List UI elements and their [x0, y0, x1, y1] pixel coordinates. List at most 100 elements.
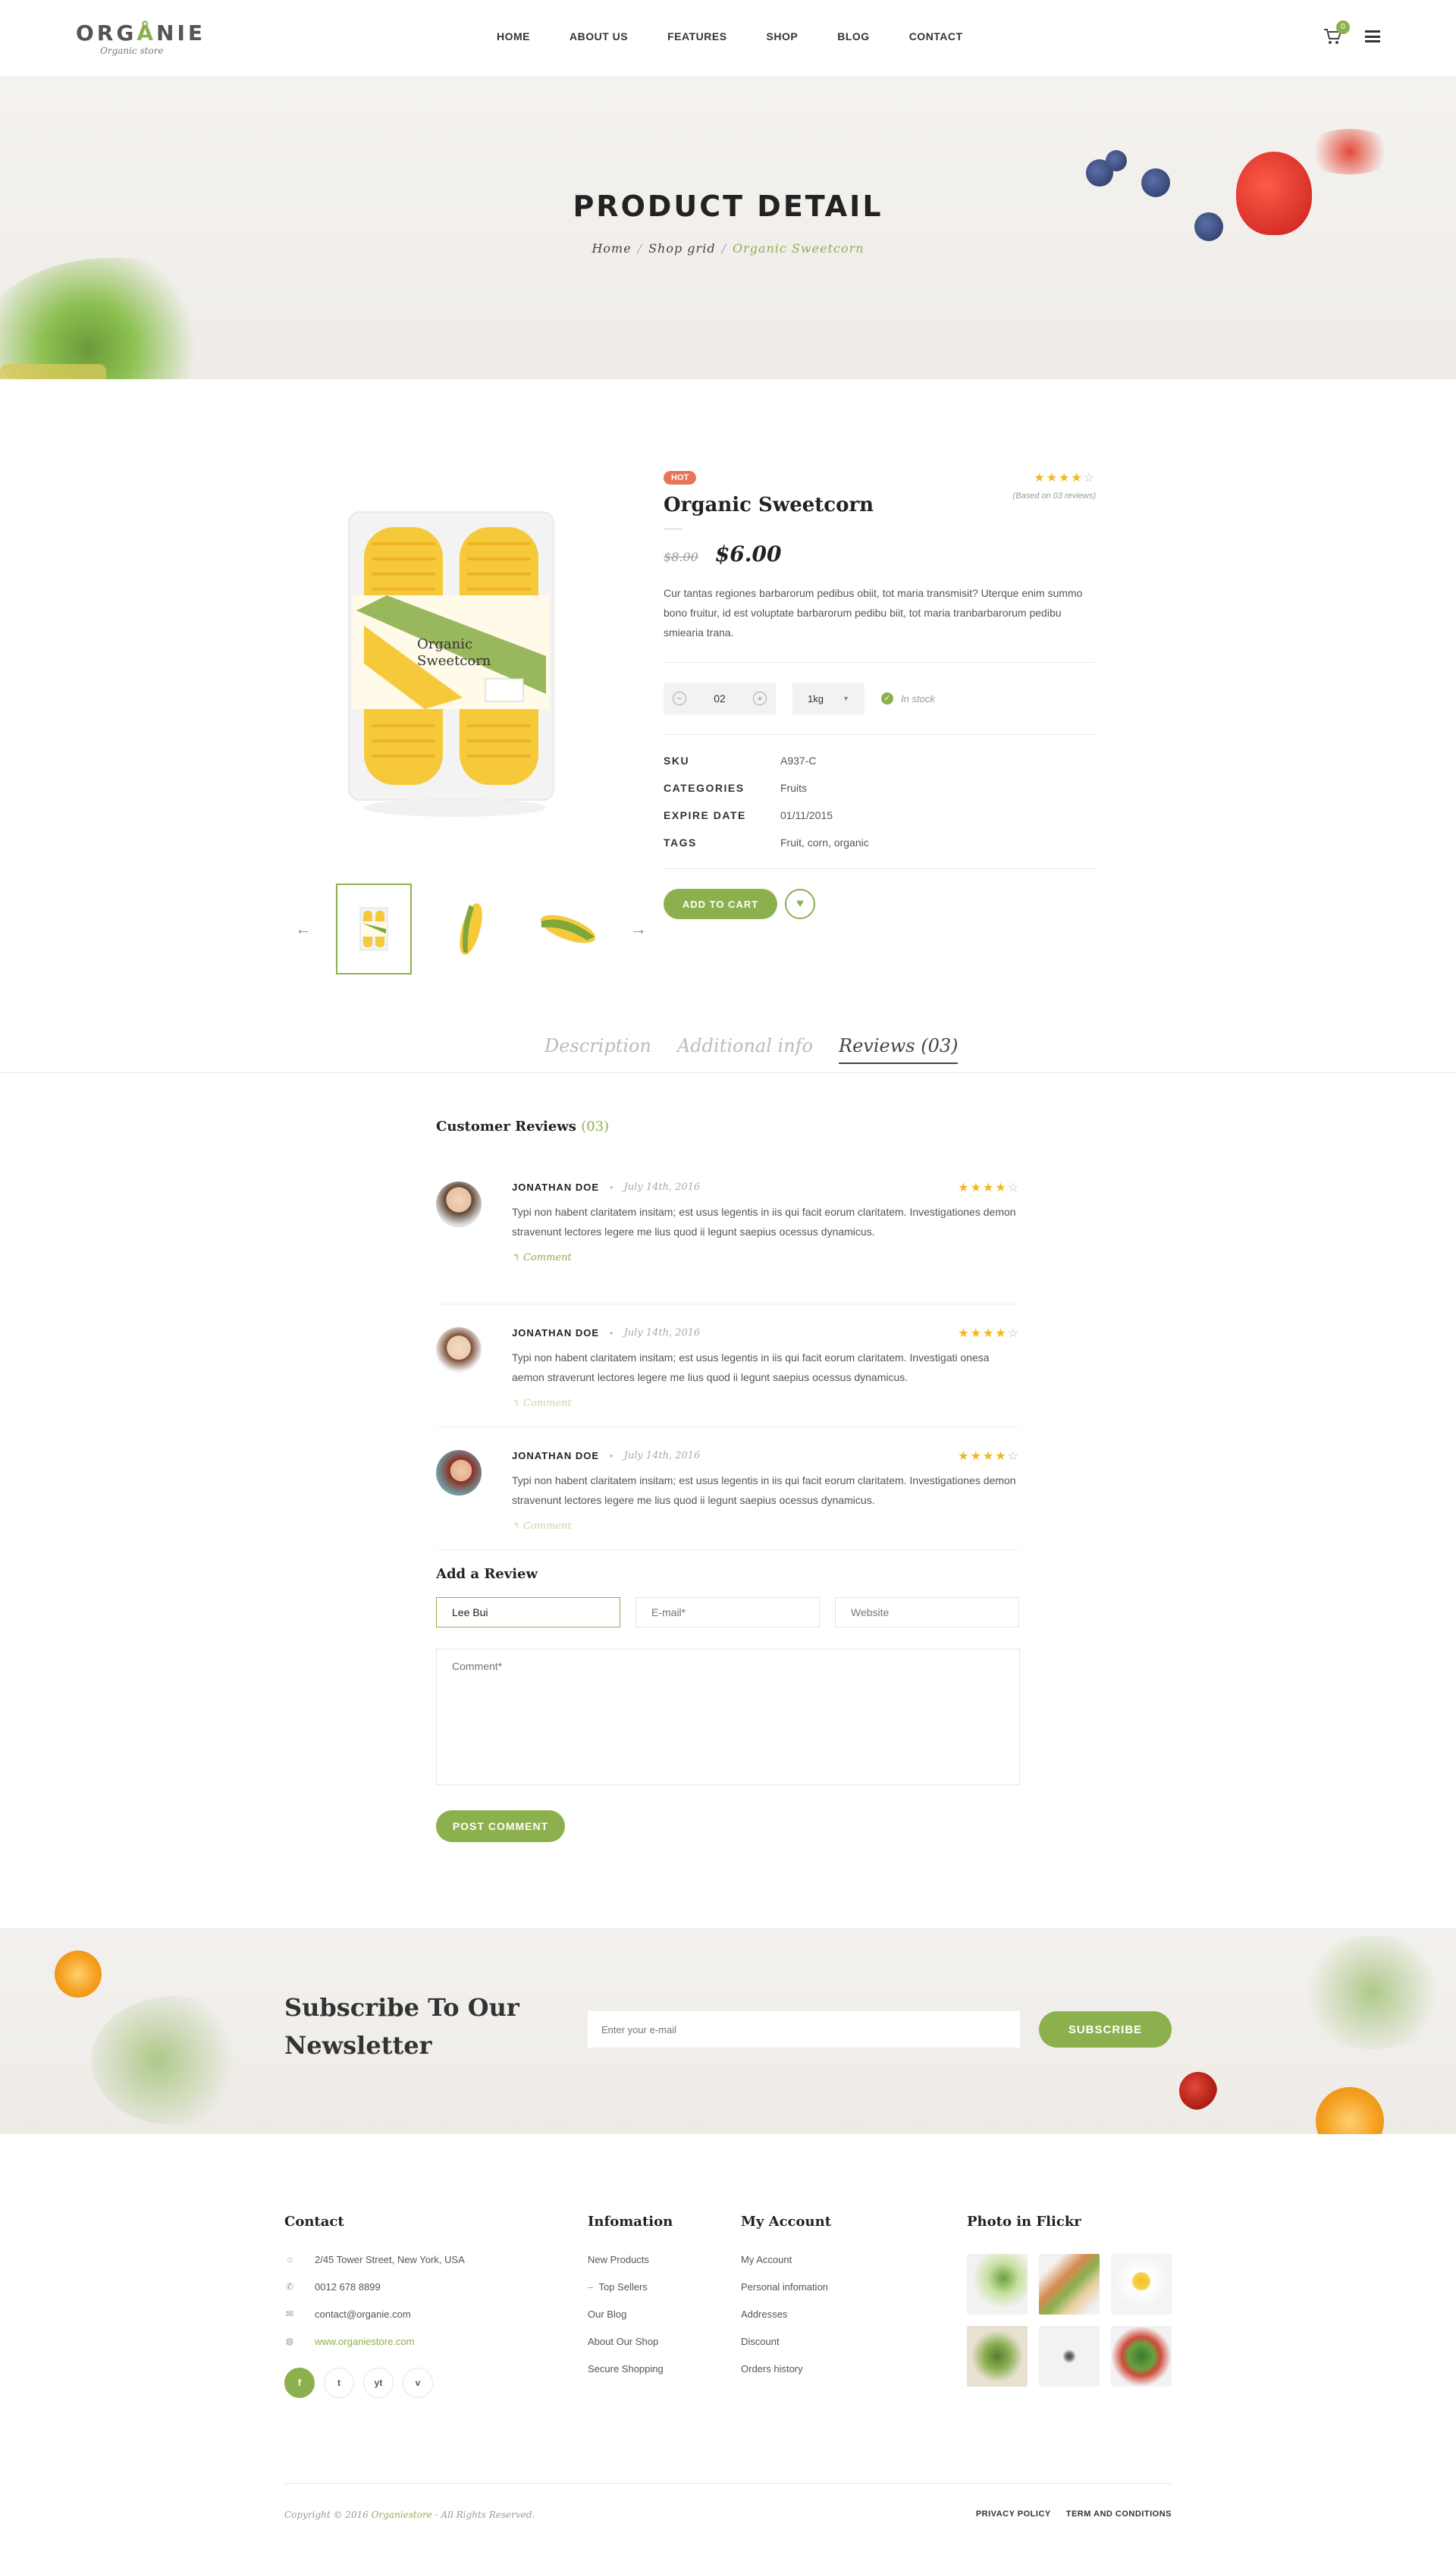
- cart-icon[interactable]: 0: [1323, 20, 1350, 46]
- footer-link[interactable]: Secure Shopping: [588, 2363, 664, 2375]
- plus-icon[interactable]: +: [752, 692, 767, 705]
- reviewer-name: JONATHAN DOE: [512, 1327, 600, 1339]
- reviewer-name: JONATHAN DOE: [512, 1450, 600, 1461]
- twitter-icon[interactable]: t: [324, 2368, 354, 2398]
- quantity-value[interactable]: 02: [714, 692, 726, 705]
- footer-link[interactable]: Addresses: [741, 2309, 787, 2320]
- footer-link[interactable]: New Products: [588, 2254, 649, 2265]
- main-nav: HOME ABOUT US FEATURES SHOP BLOG CONTACT: [497, 30, 963, 42]
- footer-link[interactable]: Orders history: [741, 2363, 803, 2375]
- header-icons: 0: [1323, 20, 1380, 46]
- check-icon: ✓: [881, 692, 893, 705]
- terms-link[interactable]: TERM AND CONDITIONS: [1066, 2509, 1172, 2520]
- footer-link[interactable]: Our Blog: [588, 2309, 626, 2320]
- comment-field[interactable]: [436, 1649, 1020, 1785]
- flickr-photo[interactable]: [1039, 2326, 1100, 2387]
- site-header: ORGÅNIE Organic store HOME ABOUT US FEAT…: [0, 0, 1456, 76]
- flickr-gallery: [967, 2254, 1172, 2387]
- arrow-right-icon[interactable]: →: [627, 919, 650, 939]
- tab-reviews[interactable]: Reviews (03): [839, 1035, 959, 1064]
- footer-flickr: Photo in Flickr: [967, 2214, 1172, 2387]
- minus-icon[interactable]: −: [673, 692, 686, 705]
- thumbnail-3[interactable]: [530, 884, 606, 975]
- review-text: Typi non habent claritatem insitam; est …: [512, 1351, 990, 1383]
- breadcrumb-shop-grid[interactable]: Shop grid: [648, 241, 715, 256]
- product-prices: $8.00 $6.00: [664, 541, 1096, 567]
- unit-value: 1kg: [808, 692, 824, 705]
- nav-contact[interactable]: CONTACT: [909, 30, 963, 42]
- product-rating: ★★★★☆ (Based on 03 reviews): [1013, 470, 1096, 501]
- website-field[interactable]: [835, 1597, 1019, 1627]
- logo[interactable]: ORGÅNIE Organic store: [76, 20, 273, 56]
- meta-row-categories: CATEGORIES Fruits: [664, 782, 807, 794]
- thumbnail-1[interactable]: [336, 884, 412, 975]
- flickr-photo[interactable]: [967, 2326, 1028, 2387]
- comment-link[interactable]: ↰ Comment: [512, 1521, 1020, 1532]
- footer-link[interactable]: – Top Sellers: [588, 2281, 648, 2293]
- footer-link[interactable]: About Our Shop: [588, 2336, 658, 2347]
- product-meta: SKU A937-C CATEGORIES Fruits EXPIRE DATE 01…: [664, 755, 1096, 849]
- unit-select[interactable]: 1kg ▼: [792, 683, 864, 714]
- meta-row-tags: TAGS Fruit, corn, organic: [664, 836, 869, 849]
- nav-features[interactable]: FEATURES: [667, 30, 726, 42]
- svg-text:Organic: Organic: [417, 636, 472, 652]
- footer-link[interactable]: Personal infomation: [741, 2281, 828, 2293]
- footer-contact: Contact ⌂ 2/45 Tower Street, New York, US…: [284, 2214, 465, 2398]
- product-actions: ADD TO CART ♥: [664, 889, 1096, 919]
- newsletter-email-input[interactable]: [588, 2011, 1020, 2048]
- footer-my-account: My Account My Account Personal infomatio…: [741, 2214, 831, 2390]
- footer-website[interactable]: www.organiestore.com: [315, 2336, 415, 2347]
- youtube-icon[interactable]: yt: [363, 2368, 394, 2398]
- add-review-form: Add a Review POST COMMENT: [436, 1566, 1020, 1842]
- customer-reviews: Customer Reviews (03) JONATHAN DOE • July …: [436, 1119, 1020, 1550]
- blueberry-decoration: [1194, 212, 1223, 241]
- email-field[interactable]: [635, 1597, 820, 1627]
- footer-address: 2/45 Tower Street, New York, USA: [315, 2253, 465, 2265]
- tab-description[interactable]: Description: [544, 1035, 651, 1064]
- menu-icon[interactable]: [1365, 30, 1380, 42]
- logo-text: ORGÅNIE: [76, 20, 206, 46]
- thumbnail-2[interactable]: [433, 884, 509, 975]
- nav-shop[interactable]: SHOP: [767, 30, 799, 42]
- review-stars: ★★★★☆: [958, 1449, 1020, 1463]
- nav-blog[interactable]: BLOG: [837, 30, 869, 42]
- add-to-cart-button[interactable]: ADD TO CART: [664, 889, 777, 919]
- review-stars: ★★★★☆: [958, 1181, 1020, 1194]
- flickr-photo[interactable]: [1039, 2254, 1100, 2315]
- flickr-photo[interactable]: [967, 2254, 1028, 2315]
- cart-count-badge: 0: [1336, 20, 1350, 34]
- privacy-policy-link[interactable]: PRIVACY POLICY: [976, 2509, 1051, 2520]
- nav-about-us[interactable]: ABOUT US: [570, 30, 628, 42]
- strawberry-decoration-2: [1304, 129, 1395, 174]
- name-field[interactable]: [436, 1597, 620, 1627]
- review-date: July 14th, 2016: [623, 1327, 701, 1339]
- footer-link[interactable]: Discount: [741, 2336, 780, 2347]
- arrow-left-icon[interactable]: ←: [292, 919, 315, 939]
- newsletter-section: Subscribe To Our Newsletter SUBSCRIBE: [0, 1928, 1456, 2134]
- herb-decoration: [1289, 1935, 1456, 2049]
- comment-link[interactable]: ↰ Comment: [512, 1252, 1020, 1263]
- phone-icon: ✆: [285, 2281, 294, 2292]
- subscribe-button[interactable]: SUBSCRIBE: [1039, 2011, 1172, 2048]
- breadcrumb-home[interactable]: Home: [592, 241, 631, 256]
- heart-icon[interactable]: ♥: [785, 889, 815, 919]
- svg-text:Sweetcorn: Sweetcorn: [417, 653, 491, 669]
- nav-home[interactable]: HOME: [497, 30, 530, 42]
- footer-info-title: Infomation: [588, 2214, 673, 2230]
- leaves-decoration: [0, 258, 243, 379]
- footer-link[interactable]: My Account: [741, 2254, 792, 2265]
- quantity-stepper[interactable]: − 02 +: [664, 683, 776, 714]
- stock-status: ✓ In stock: [881, 692, 935, 705]
- rating-stars: ★★★★☆: [1034, 472, 1096, 485]
- flickr-photo[interactable]: [1111, 2326, 1172, 2387]
- tab-additional-info[interactable]: Additional info: [677, 1035, 813, 1064]
- product-main-image[interactable]: Organic Sweetcorn: [341, 504, 569, 830]
- review-item: JONATHAN DOE • July 14th, 2016 ★★★★☆ Typi n…: [436, 1182, 1020, 1304]
- vimeo-icon[interactable]: v: [403, 2368, 433, 2398]
- footer-bottom-bar: Copyright © 2016 Organiestore - All Righ…: [284, 2483, 1172, 2520]
- post-comment-button[interactable]: POST COMMENT: [436, 1810, 565, 1842]
- comment-link[interactable]: ↰ Comment: [512, 1398, 1020, 1409]
- facebook-icon[interactable]: f: [284, 2368, 315, 2398]
- footer-email[interactable]: contact@organie.com: [315, 2309, 411, 2320]
- flickr-photo[interactable]: [1111, 2254, 1172, 2315]
